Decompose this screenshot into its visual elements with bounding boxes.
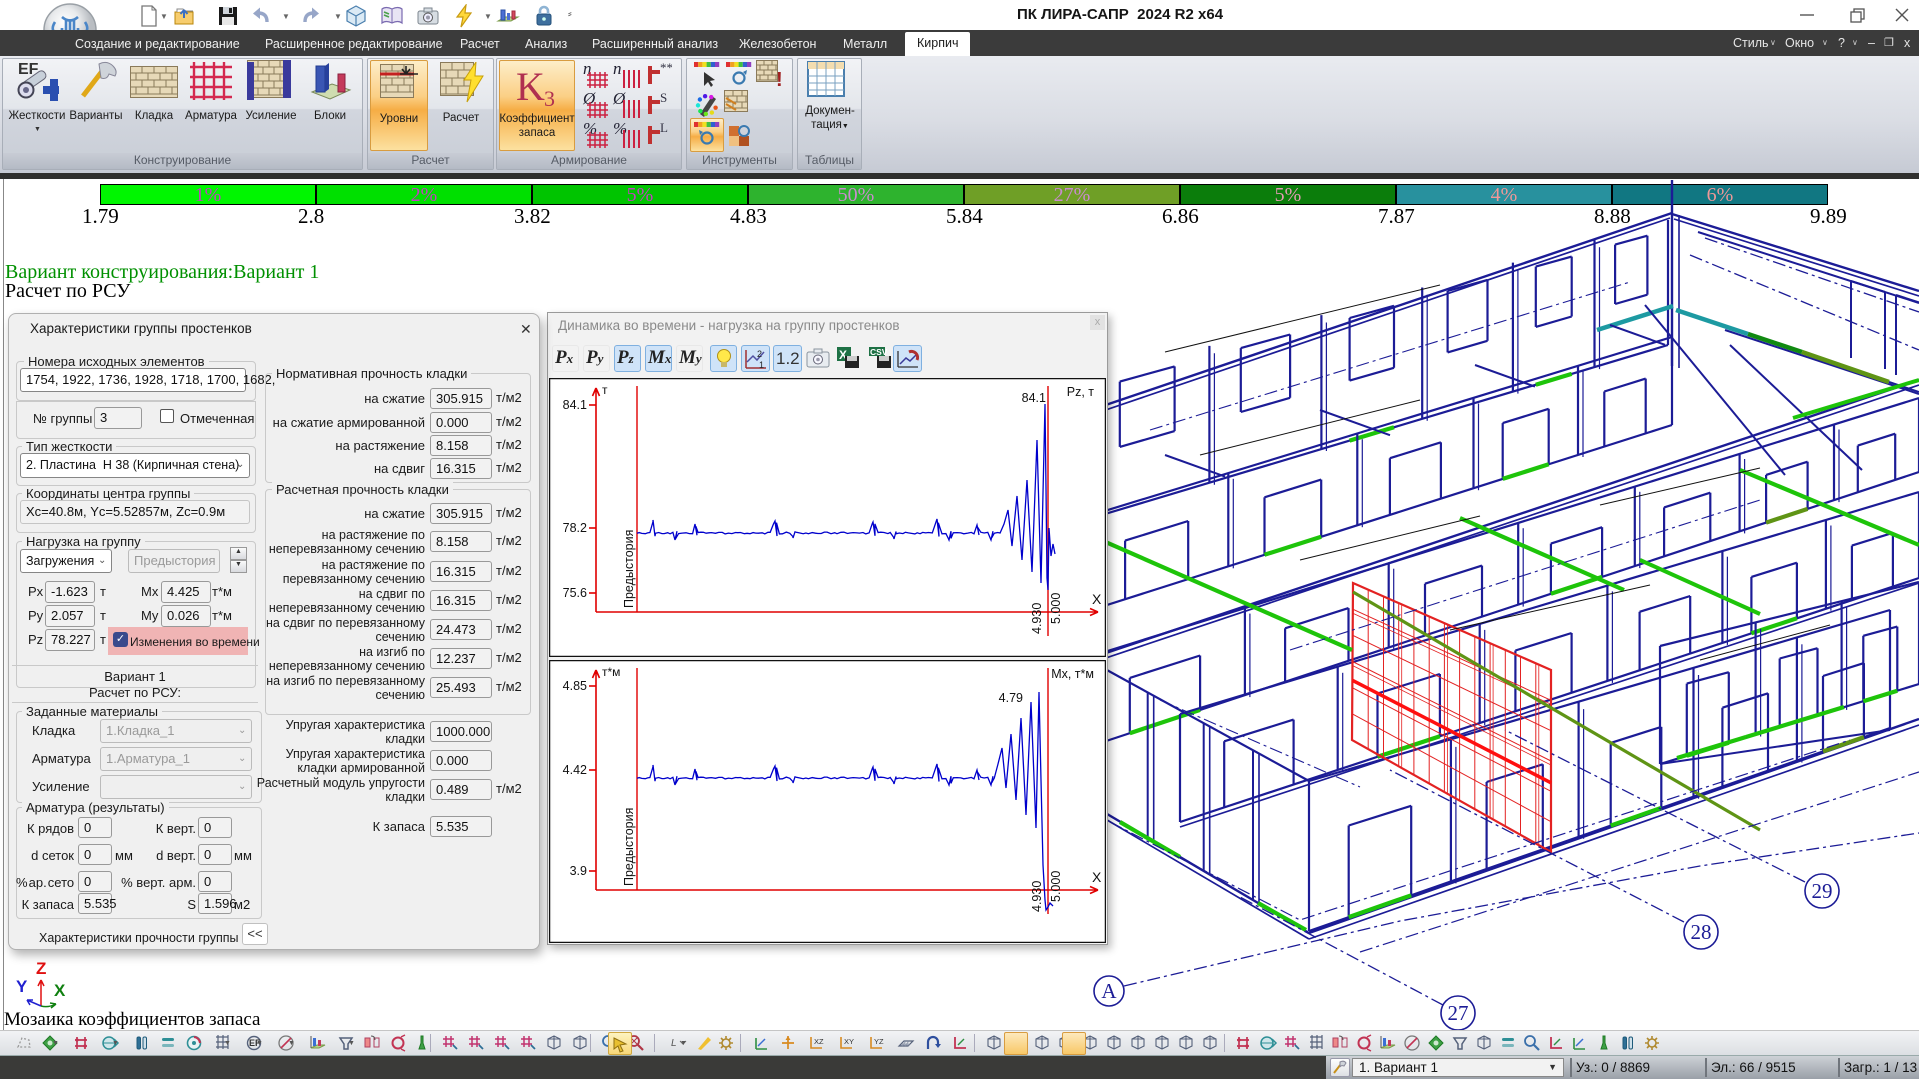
svg-text:Z: Z (36, 960, 46, 978)
svg-text:%: % (613, 120, 627, 138)
svg-text:Предыстория: Предыстория (622, 808, 636, 886)
svg-text:XZ: XZ (814, 1037, 824, 1046)
svg-text:K: K (516, 64, 545, 108)
svg-text:84.1: 84.1 (563, 398, 587, 412)
svg-text:X: X (1092, 591, 1102, 607)
svg-text:n: n (613, 60, 622, 78)
svg-text:S: S (660, 90, 667, 105)
svg-text:YZ: YZ (874, 1037, 884, 1046)
svg-text:Y: Y (16, 977, 28, 996)
svg-text:27: 27 (1448, 1001, 1469, 1025)
svg-text:78.2: 78.2 (563, 521, 587, 535)
svg-text:т*м: т*м (602, 665, 620, 679)
svg-text:4.930: 4.930 (1030, 603, 1044, 634)
svg-text:Mx, т*м: Mx, т*м (1051, 667, 1094, 681)
svg-text:CSV: CSV (870, 347, 888, 357)
svg-text:75.6: 75.6 (563, 586, 587, 600)
svg-text:1: 1 (759, 360, 764, 370)
svg-text:т: т (602, 383, 608, 397)
svg-text:3: 3 (544, 86, 555, 108)
svg-text:4.79: 4.79 (999, 691, 1023, 705)
svg-text:XY: XY (844, 1037, 854, 1046)
svg-text:4.85: 4.85 (563, 679, 587, 693)
svg-text:84.1: 84.1 (1022, 391, 1046, 405)
svg-text:X: X (54, 981, 66, 1000)
svg-text:X: X (1092, 869, 1102, 885)
svg-text:L: L (671, 1038, 677, 1049)
svg-text:4.42: 4.42 (563, 763, 587, 777)
svg-text:Предыстория: Предыстория (622, 530, 636, 608)
svg-text:28: 28 (1691, 920, 1712, 944)
svg-text:29: 29 (1812, 879, 1833, 903)
svg-text:L: L (660, 120, 668, 135)
svg-text:**: ** (660, 60, 672, 75)
svg-text:A: A (1101, 979, 1117, 1003)
svg-text:4.930: 4.930 (1030, 881, 1044, 912)
svg-text:5.000: 5.000 (1049, 871, 1063, 902)
svg-text:5.000: 5.000 (1049, 593, 1063, 624)
svg-text:!: ! (776, 69, 783, 90)
svg-text:3.9: 3.9 (570, 864, 587, 878)
svg-text:2: 2 (757, 349, 762, 359)
svg-text:Pz, т: Pz, т (1067, 385, 1095, 399)
